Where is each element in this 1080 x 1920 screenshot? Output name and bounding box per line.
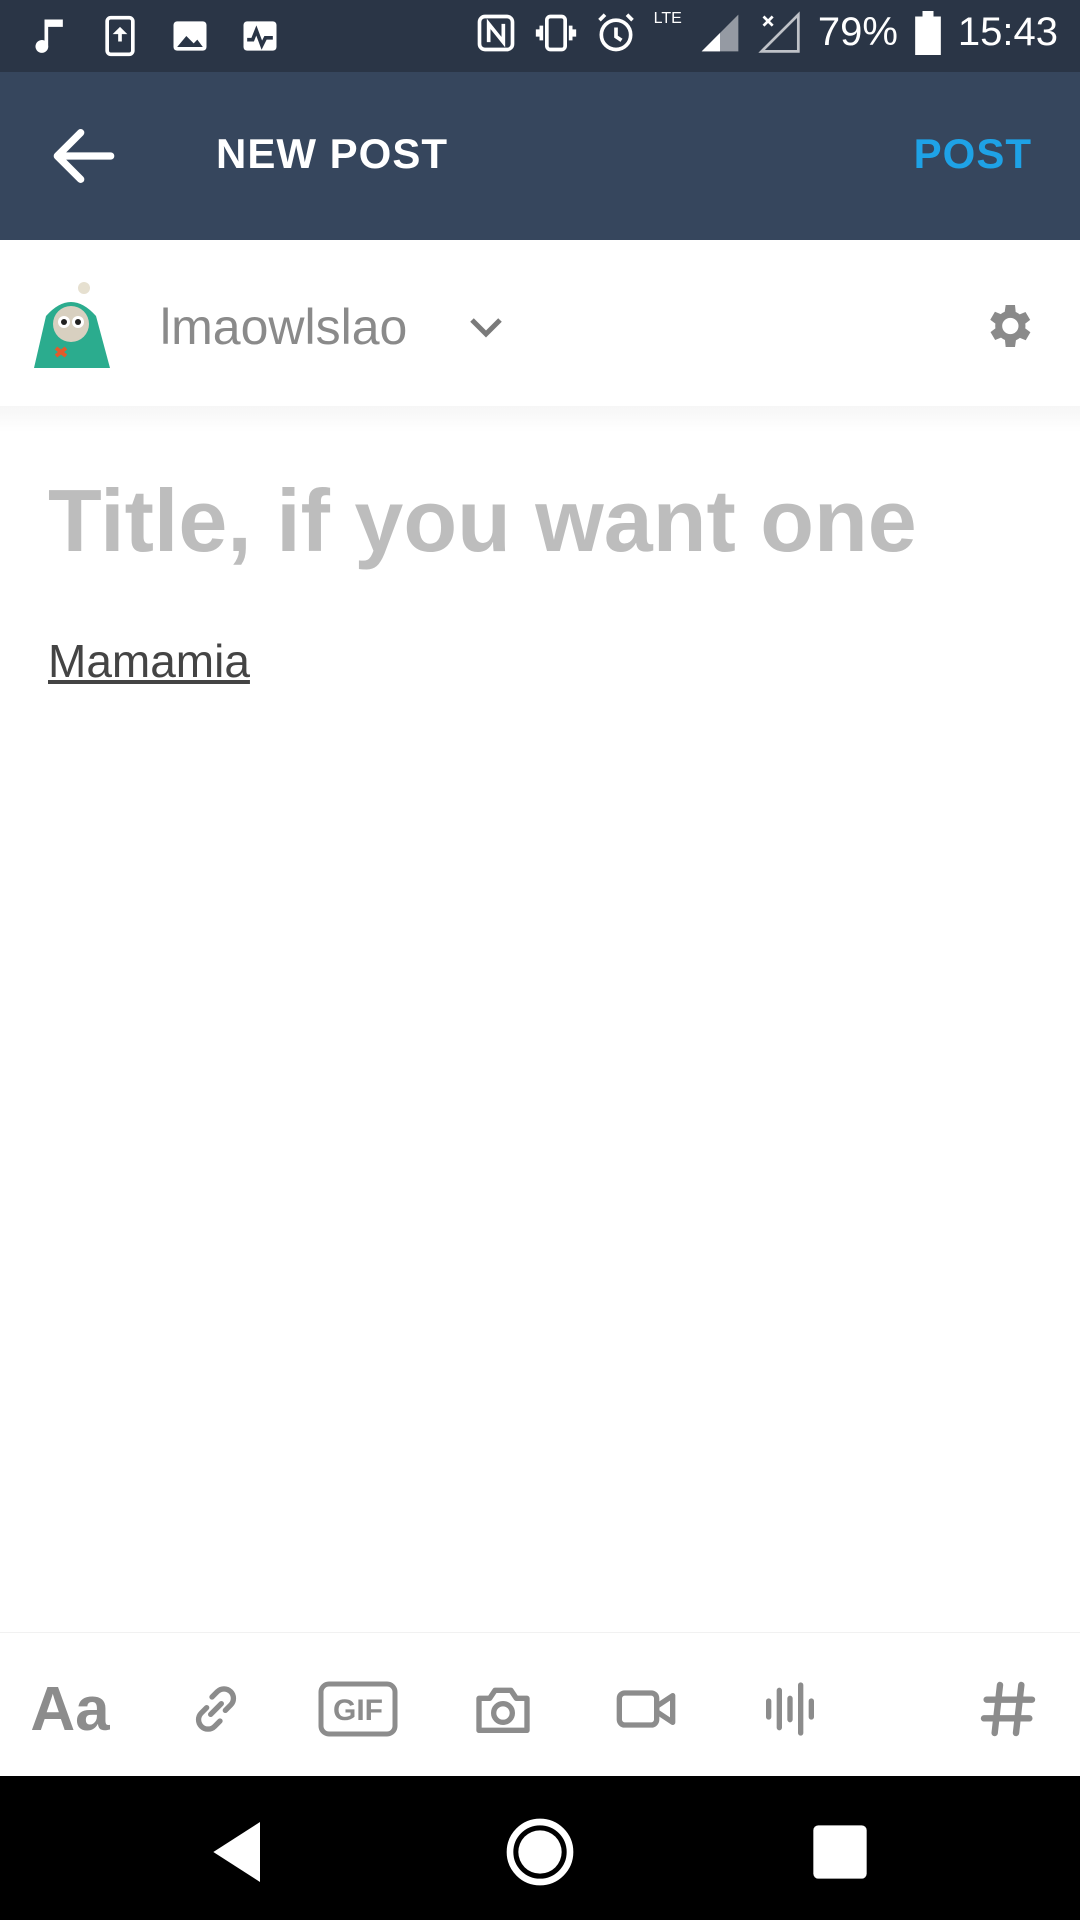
title-input[interactable]: Title, if you want one <box>48 470 917 572</box>
text-style-button[interactable]: Aa <box>30 1669 110 1749</box>
gif-label: GIF <box>333 1694 383 1727</box>
divider <box>0 406 1080 432</box>
vibrate-icon <box>535 14 576 51</box>
battery-percent: 79% <box>817 10 898 54</box>
post-button[interactable]: POST <box>914 130 1032 178</box>
recents-square-icon[interactable] <box>800 1812 880 1892</box>
chevron-down-icon[interactable] <box>462 304 510 352</box>
gif-icon: GIF <box>318 1681 398 1737</box>
page-title: NEW POST <box>216 130 449 177</box>
gif-button[interactable]: GIF <box>318 1669 398 1749</box>
nav-bar <box>0 1776 1080 1920</box>
notification-icons <box>28 14 282 58</box>
arrow-left-icon[interactable] <box>44 116 124 196</box>
back-triangle-icon[interactable] <box>200 1812 280 1892</box>
composer-toolbar: Aa GIF <box>0 1632 1080 1777</box>
link-icon <box>195 1686 237 1732</box>
camera-button[interactable] <box>463 1669 543 1749</box>
pulse-icon <box>243 21 277 51</box>
hashtag-icon <box>980 1681 1036 1737</box>
audio-icon <box>766 1682 814 1736</box>
video-button[interactable] <box>606 1669 686 1749</box>
image-icon <box>173 21 207 51</box>
body-text[interactable]: Mamamia <box>48 634 250 688</box>
text-style-icon: Aa <box>30 1674 110 1744</box>
avatar[interactable] <box>26 276 116 370</box>
music-icon <box>35 19 63 53</box>
hashtag-button[interactable] <box>968 1669 1048 1749</box>
blog-selector: lmaowlslao <box>0 240 1080 406</box>
app-bar: NEW POST POST <box>0 72 1080 240</box>
video-icon <box>616 1690 676 1728</box>
clock: 15:43 <box>957 10 1058 54</box>
system-indicators: LTE 79% 15:43 <box>474 10 1058 55</box>
no-signal-icon <box>758 10 800 53</box>
audio-button[interactable] <box>750 1669 830 1749</box>
blog-name[interactable]: lmaowlslao <box>160 298 407 356</box>
signal-icon <box>701 14 739 51</box>
gear-icon[interactable] <box>980 298 1036 354</box>
status-bar: LTE 79% 15:43 <box>0 0 1080 72</box>
network-type: LTE <box>653 10 682 27</box>
alarm-icon <box>597 12 634 51</box>
home-circle-icon[interactable] <box>500 1812 580 1892</box>
link-button[interactable] <box>176 1669 256 1749</box>
nfc-icon <box>477 14 515 51</box>
camera-icon <box>476 1687 530 1733</box>
battery-icon <box>915 10 941 55</box>
upload-icon <box>105 15 135 57</box>
